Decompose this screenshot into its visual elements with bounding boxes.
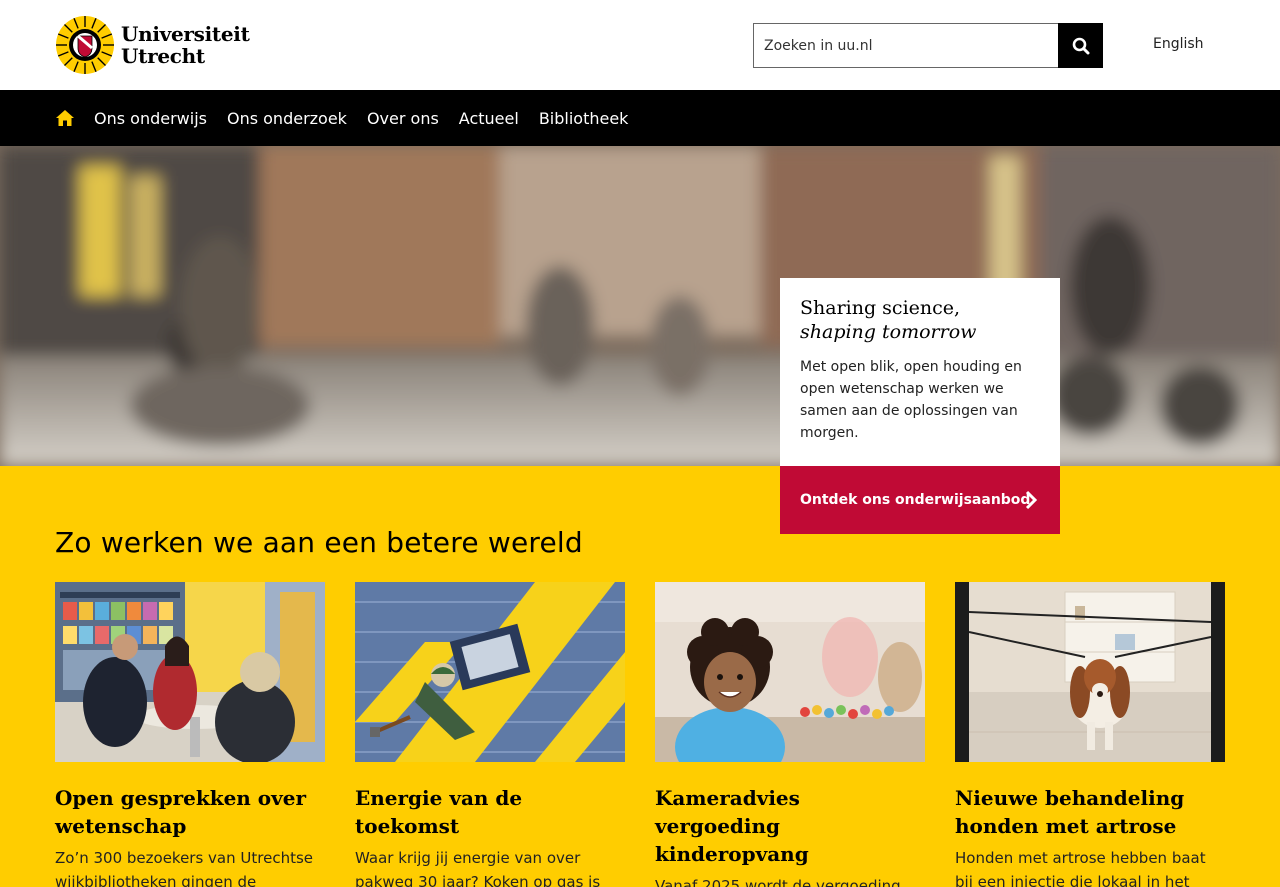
discover-education-button[interactable]: Ontdek ons onderwijsaanbod xyxy=(780,466,1060,534)
hero-description: Met open blik, open houding en open wete… xyxy=(800,359,1022,441)
card-image-dog xyxy=(955,582,1225,762)
search-input[interactable] xyxy=(753,23,1058,68)
nav-item-onderwijs[interactable]: Ons onderwijs xyxy=(94,109,207,128)
card-image-library xyxy=(55,582,325,762)
hero-title: Sharing science, shaping tomorrow xyxy=(800,296,1040,344)
card-excerpt: Vanaf 2025 wordt de vergoeding voor kind… xyxy=(655,877,901,887)
logo-line-2: Utrecht xyxy=(121,44,205,68)
news-card[interactable]: Open gesprekken over wetenschap Zo’n 300… xyxy=(55,582,325,887)
card-excerpt: Zo’n 300 bezoekers van Utrechtse wijkbib… xyxy=(55,849,314,887)
card-image-energy xyxy=(355,582,625,762)
cta-label: Ontdek ons onderwijsaanbod xyxy=(800,492,1031,508)
logo-line-1: Universiteit xyxy=(121,22,250,46)
hero-card: Sharing science, shaping tomorrow Met op… xyxy=(780,278,1060,466)
main-navigation: Ons onderwijs Ons onderzoek Over ons Act… xyxy=(0,90,1280,146)
home-icon[interactable] xyxy=(55,109,75,127)
card-excerpt: Honden met artrose hebben baat bij een i… xyxy=(955,849,1206,887)
chevron-right-icon xyxy=(1025,490,1038,510)
news-card[interactable]: Nieuwe behandeling honden met artrose Ho… xyxy=(955,582,1225,887)
nav-item-actueel[interactable]: Actueel xyxy=(459,109,519,128)
sun-seal-icon xyxy=(56,16,114,74)
nav-item-over-ons[interactable]: Over ons xyxy=(367,109,439,128)
hero-image xyxy=(0,146,1280,466)
section-title: Zo werken we aan een betere wereld xyxy=(55,526,583,559)
hero-title-line-2: shaping tomorrow xyxy=(800,321,977,343)
card-title[interactable]: Nieuwe behandeling honden met artrose xyxy=(955,784,1225,840)
news-card[interactable]: Energie van de toekomst Waar krijg jij e… xyxy=(355,582,625,887)
language-switch-link[interactable]: English xyxy=(1153,36,1204,52)
search-bar xyxy=(753,23,1103,68)
nav-item-onderzoek[interactable]: Ons onderzoek xyxy=(227,109,347,128)
nav-items: Ons onderwijs Ons onderzoek Over ons Act… xyxy=(94,90,648,146)
card-title[interactable]: Energie van de toekomst xyxy=(355,784,625,840)
news-card[interactable]: Kameradvies vergoeding kinderopvang Vana… xyxy=(655,582,925,887)
university-logo[interactable]: Universiteit Utrecht xyxy=(55,15,250,75)
hero-cyclists-photo xyxy=(0,146,1280,466)
card-title[interactable]: Kameradvies vergoeding kinderopvang xyxy=(655,784,925,868)
card-title[interactable]: Open gesprekken over wetenschap xyxy=(55,784,325,840)
site-header: Universiteit Utrecht English xyxy=(0,0,1280,90)
search-button[interactable] xyxy=(1058,23,1103,68)
nav-item-bibliotheek[interactable]: Bibliotheek xyxy=(539,109,629,128)
search-icon xyxy=(1072,37,1089,54)
logo-wordmark: Universiteit Utrecht xyxy=(121,23,250,67)
card-image-childcare xyxy=(655,582,925,762)
hero-title-line-1: Sharing science, xyxy=(800,297,961,319)
card-excerpt: Waar krijg jij energie van over pakweg 3… xyxy=(355,849,601,887)
